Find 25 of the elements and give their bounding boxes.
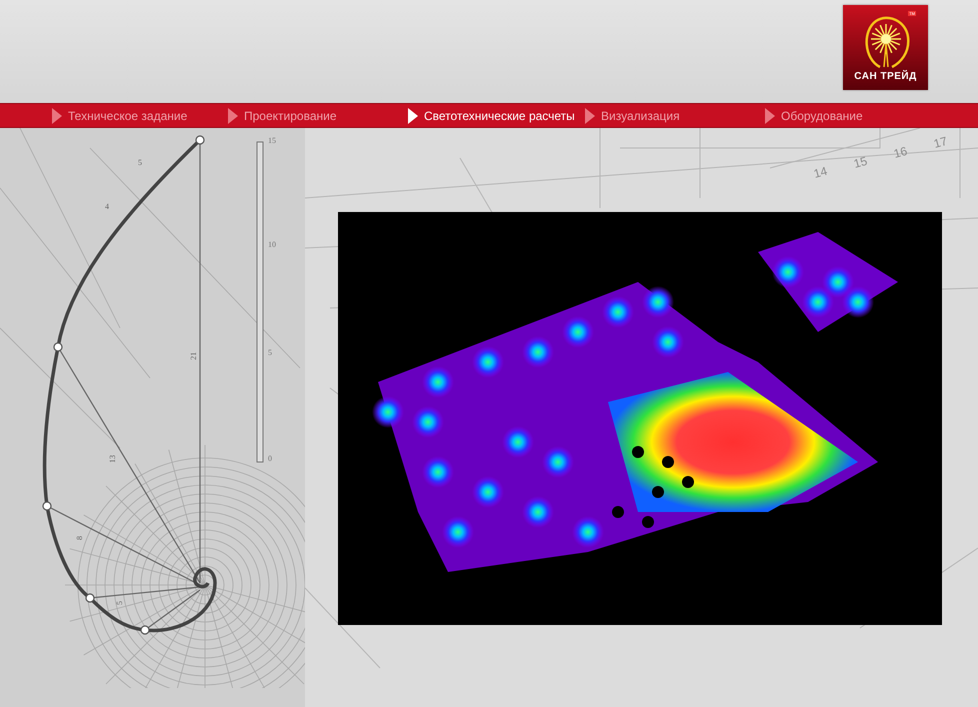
ruler-label: 14	[812, 164, 829, 181]
arrow-icon	[765, 108, 775, 124]
nav-tab[interactable]: Светотехнические расчеты	[408, 108, 585, 124]
segment-label: 13	[108, 455, 117, 463]
segment-label: 4	[105, 202, 109, 211]
scale-label: 0	[268, 454, 272, 463]
ruler-label: 15	[852, 154, 869, 171]
scale-label: 10	[268, 240, 276, 249]
ruler-label: 17	[932, 134, 949, 151]
arrow-icon	[408, 108, 418, 124]
segment-label: 8	[75, 536, 84, 540]
arrow-icon	[228, 108, 238, 124]
ruler-label: 16	[892, 144, 909, 161]
nav-tab[interactable]: Оборудование	[765, 108, 925, 124]
logo-text: САН ТРЕЙД	[854, 71, 917, 82]
arrow-icon	[585, 108, 595, 124]
scale-label: 5	[268, 348, 272, 357]
segment-label: 5	[115, 601, 124, 605]
nav-tab[interactable]: Проектирование	[228, 108, 408, 124]
segment-label: 5	[138, 158, 142, 167]
arrow-icon	[52, 108, 62, 124]
scale-label: 15	[268, 136, 276, 145]
nav-tab[interactable]: Техническое задание	[52, 108, 228, 124]
nav-tab[interactable]: Визуализация	[585, 108, 765, 124]
segment-label: 21	[189, 352, 198, 360]
